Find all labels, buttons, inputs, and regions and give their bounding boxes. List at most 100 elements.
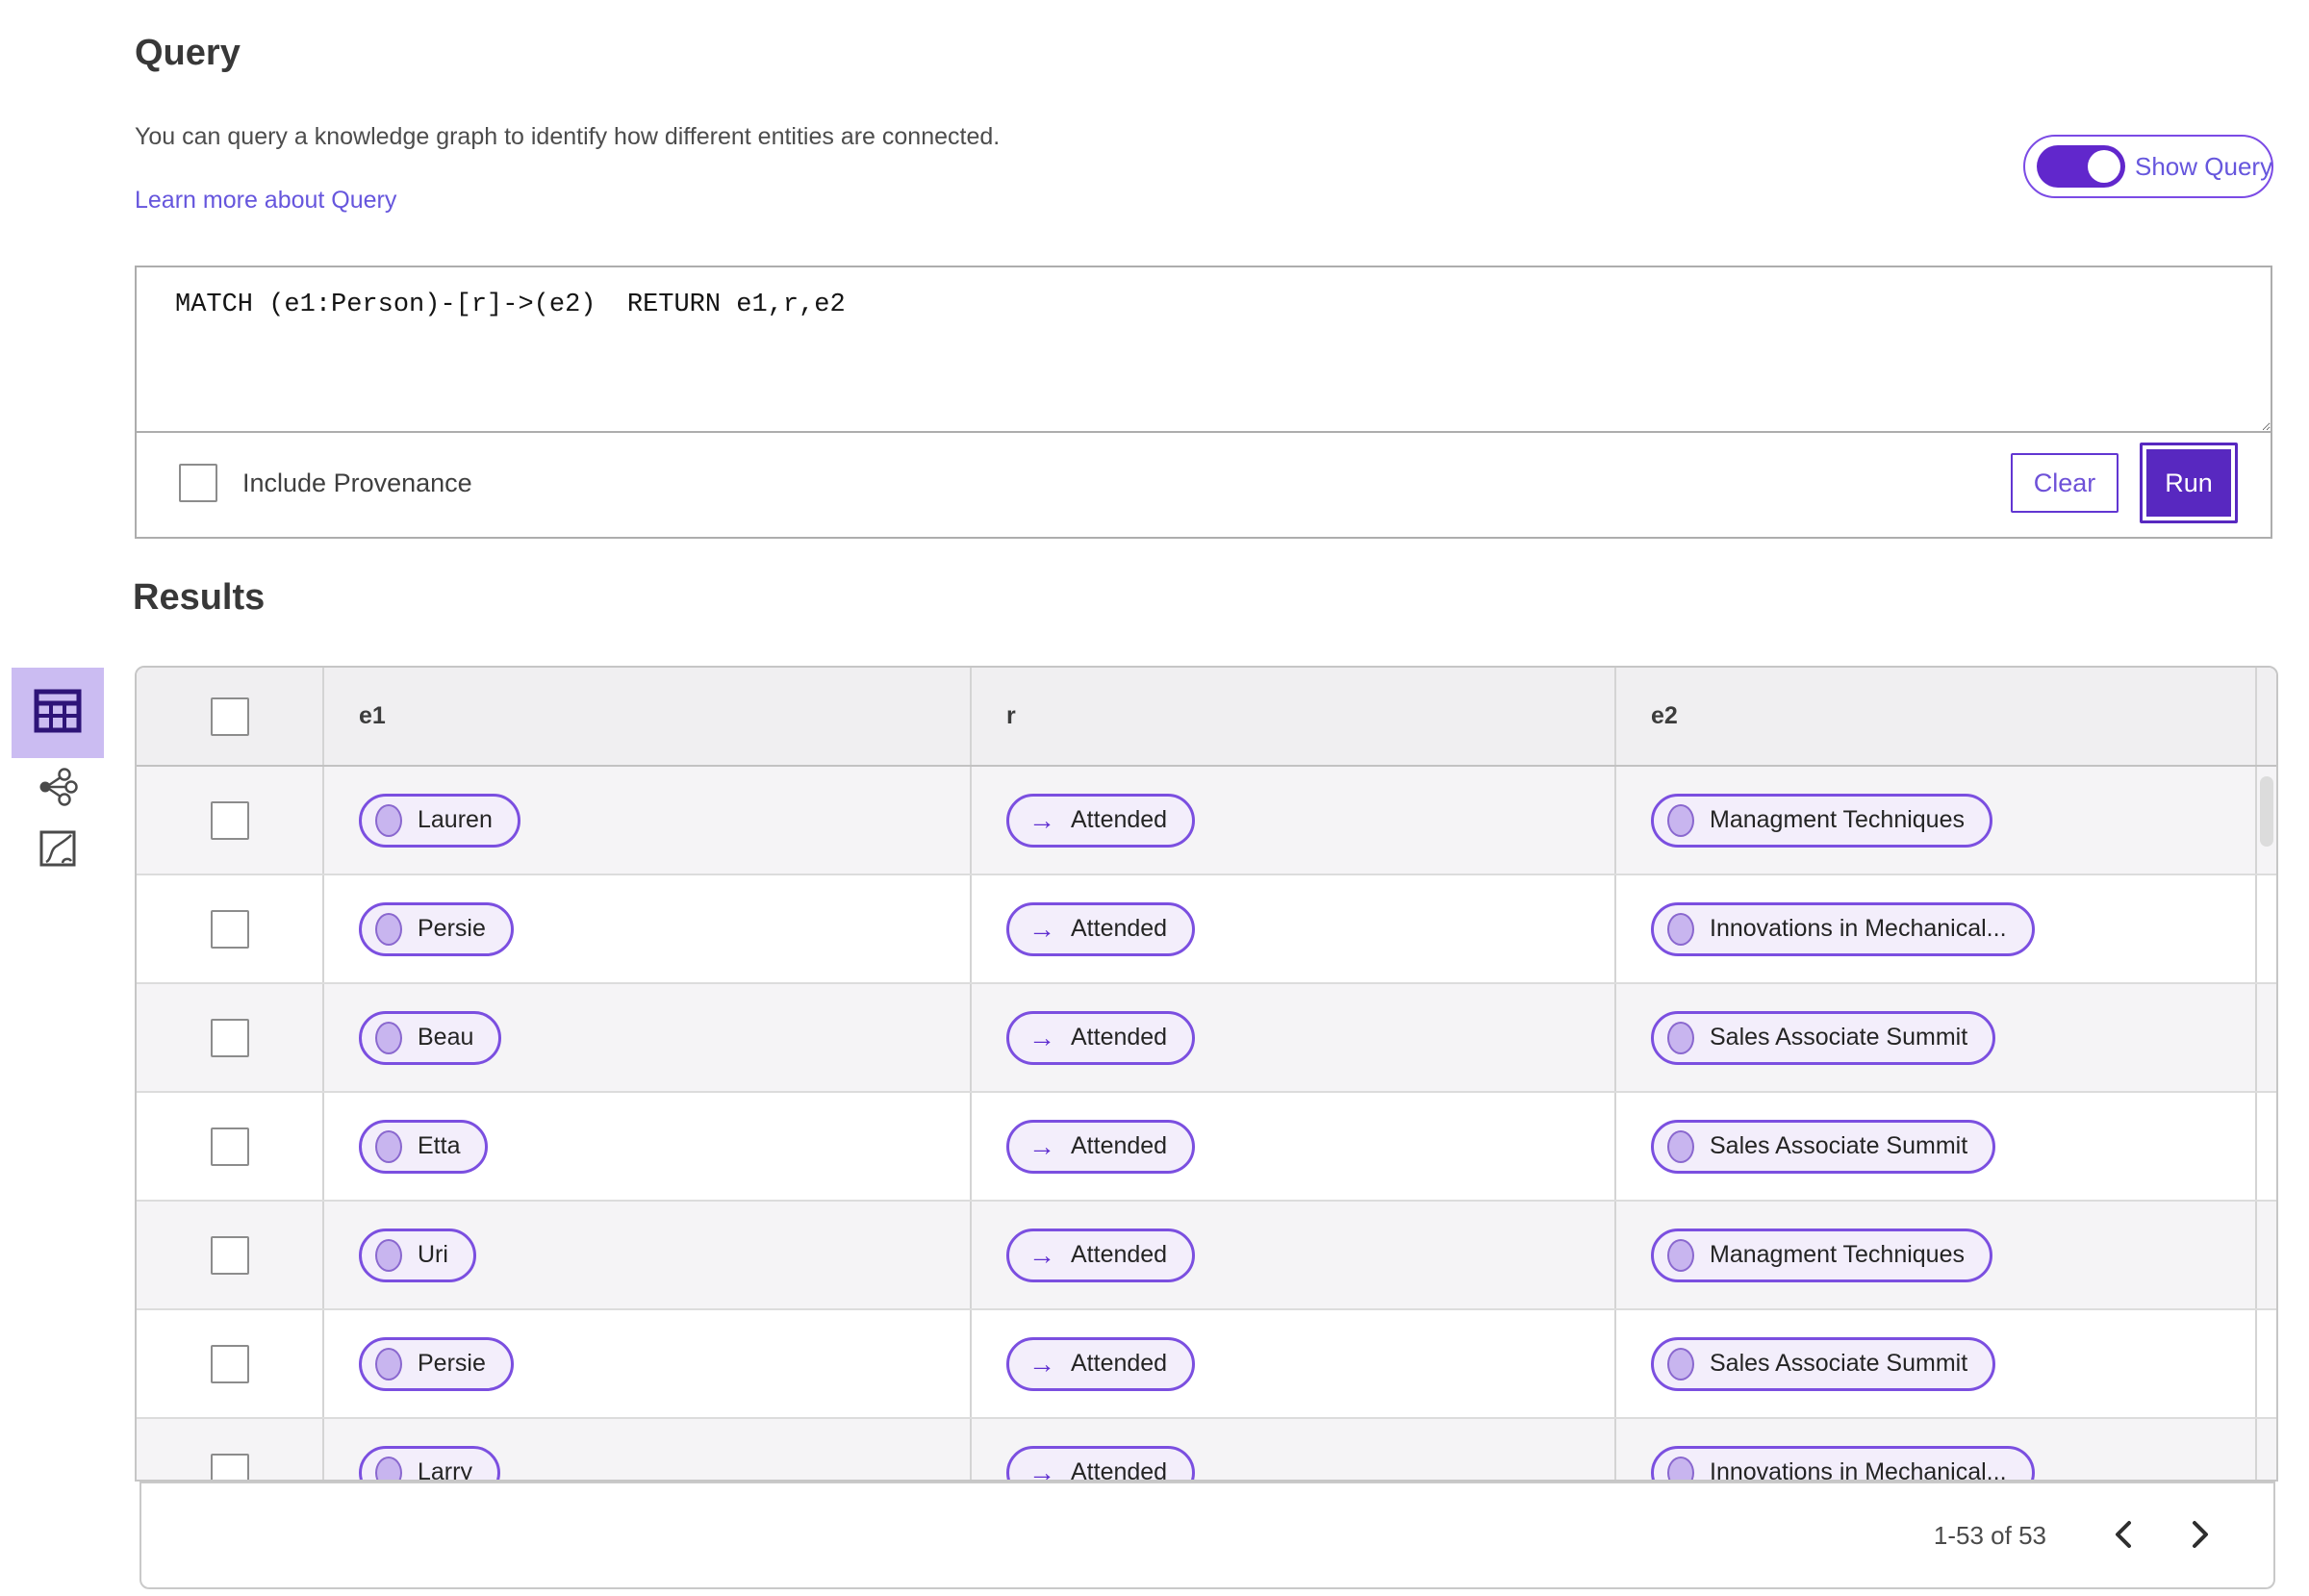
cell-e2: Managment Techniques [1616,767,2257,874]
chart-view-button[interactable] [12,820,104,881]
row-checkbox[interactable] [210,1344,249,1383]
page-range-label: 1-53 of 53 [1933,1520,2046,1550]
entity-node-icon [1667,1347,1694,1381]
row-checkbox[interactable] [210,1235,249,1275]
relation-label: Attended [1071,1458,1168,1482]
cell-e2: Sales Associate Summit [1616,1093,2257,1200]
row-checkbox-cell [137,767,324,874]
entity-pill[interactable]: Sales Associate Summit [1651,1010,1996,1065]
column-header-e2: e2 [1616,668,2257,765]
relation-label: Attended [1071,915,1168,942]
relation-arrow-icon: → [1028,1348,1055,1379]
table-row: Larry → Attended Innovations in Mechanic… [137,1419,2276,1482]
row-checkbox-cell [137,1202,324,1308]
entity-pill[interactable]: Etta [359,1119,489,1174]
relation-pill[interactable]: → Attended [1006,793,1196,848]
row-checkbox-cell [137,1419,324,1480]
column-header-r: r [972,668,1616,765]
next-page-button[interactable] [2162,1507,2239,1564]
cell-r: → Attended [972,1310,1616,1417]
header-checkbox-cell [137,668,324,765]
show-query-label: Show Query [2135,151,2273,181]
relation-pill[interactable]: → Attended [1006,1336,1196,1391]
query-input[interactable]: MATCH (e1:Person)-[r]->(e2) RETURN e1,r,… [137,267,2271,433]
row-checkbox-cell [137,984,324,1091]
relation-arrow-icon: → [1028,1022,1055,1052]
query-page: Query You can query a knowledge graph to… [0,0,2309,1596]
select-all-checkbox[interactable] [210,697,249,736]
relation-arrow-icon: → [1028,804,1055,835]
entity-node-icon [375,803,402,837]
entity-pill[interactable]: Larry [359,1445,500,1480]
row-checkbox[interactable] [210,800,249,840]
entity-pill[interactable]: Innovations in Mechanical... [1651,1445,2035,1480]
entity-pill[interactable]: Beau [359,1010,502,1065]
entity-pill[interactable]: Uri [359,1228,476,1282]
show-query-toggle[interactable]: Show Query [2023,135,2273,198]
entity-label: Uri [418,1241,448,1268]
table-row: Persie → Attended Sales Associate Summit [137,1310,2276,1419]
entity-pill[interactable]: Innovations in Mechanical... [1651,901,2035,956]
chevron-left-icon [2113,1519,2134,1553]
entity-label: Sales Associate Summit [1710,1024,1968,1051]
relation-pill[interactable]: → Attended [1006,1445,1196,1482]
table-header-row: e1 r e2 [137,668,2276,767]
relation-pill[interactable]: → Attended [1006,1119,1196,1174]
graph-view-button[interactable] [12,758,104,820]
results-title: Results [133,577,266,618]
cell-e2: Sales Associate Summit [1616,1310,2257,1417]
relation-arrow-icon: → [1028,1239,1055,1270]
entity-pill[interactable]: Persie [359,901,514,956]
relation-pill[interactable]: → Attended [1006,901,1196,956]
relation-pill[interactable]: → Attended [1006,1228,1196,1282]
relation-arrow-icon: → [1028,1130,1055,1161]
cell-r: → Attended [972,984,1616,1091]
include-provenance-checkbox[interactable] [179,464,217,502]
results-view-rail [12,668,104,881]
cell-e1: Persie [324,875,972,982]
entity-node-icon [375,1129,402,1163]
cell-r: → Attended [972,875,1616,982]
graph-view-icon [38,767,78,811]
prev-page-button[interactable] [2085,1507,2162,1564]
row-checkbox[interactable] [210,1018,249,1057]
cell-e1: Lauren [324,767,972,874]
cell-r: → Attended [972,1093,1616,1200]
table-view-button[interactable] [12,668,104,758]
entity-label: Etta [418,1132,461,1159]
relation-arrow-icon: → [1028,913,1055,944]
entity-label: Lauren [418,806,493,833]
run-button[interactable]: Run [2140,443,2238,523]
entity-pill[interactable]: Sales Associate Summit [1651,1336,1996,1391]
learn-more-link[interactable]: Learn more about Query [135,187,396,215]
table-view-icon [34,689,82,738]
entity-node-icon [1667,1456,1694,1480]
relation-pill[interactable]: → Attended [1006,1010,1196,1065]
relation-arrow-icon: → [1028,1457,1055,1482]
row-checkbox-cell [137,1093,324,1200]
entity-pill[interactable]: Managment Techniques [1651,793,1992,848]
entity-pill[interactable]: Managment Techniques [1651,1228,1992,1282]
entity-node-icon [1667,1129,1694,1163]
cell-e1: Etta [324,1093,972,1200]
row-checkbox[interactable] [210,909,249,949]
clear-button[interactable]: Clear [2011,453,2119,513]
scrollbar-thumb[interactable] [2260,776,2273,847]
entity-node-icon [375,912,402,946]
cell-e2: Managment Techniques [1616,1202,2257,1308]
query-title: Query [135,33,241,73]
entity-pill[interactable]: Persie [359,1336,514,1391]
relation-label: Attended [1071,1350,1168,1377]
entity-node-icon [1667,1238,1694,1272]
table-body: Lauren → Attended Managment Techniques P… [137,767,2276,1482]
toggle-switch-icon[interactable] [2037,145,2125,188]
row-checkbox[interactable] [210,1453,249,1480]
entity-pill[interactable]: Sales Associate Summit [1651,1119,1996,1174]
table-row: Etta → Attended Sales Associate Summit [137,1093,2276,1202]
entity-pill[interactable]: Lauren [359,793,520,848]
row-checkbox[interactable] [210,1127,249,1166]
cell-r: → Attended [972,1419,1616,1482]
query-panel: MATCH (e1:Person)-[r]->(e2) RETURN e1,r,… [135,266,2272,539]
entity-node-icon [375,1456,402,1480]
entity-label: Managment Techniques [1710,1241,1965,1268]
